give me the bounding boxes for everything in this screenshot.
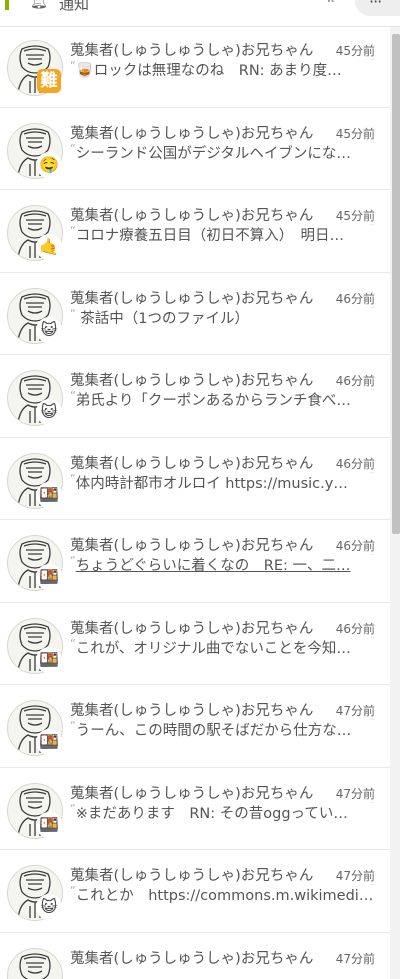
bell-icon: 🔔︎ [30, 0, 48, 10]
user-name[interactable]: 蒐集者(しゅうしゅうしゃ)お兄ちゃん [70, 534, 313, 555]
reaction-icon: 😺 [36, 316, 62, 343]
user-name[interactable]: 蒐集者(しゅうしゅうしゃ)お兄ちゃん [70, 369, 313, 390]
note-preview-text: ちょうどぐらいに着くなの RE: 一、二… [75, 558, 351, 574]
user-name[interactable]: 蒐集者(しゅうしゅうしゃ)お兄ちゃん [70, 452, 313, 473]
quote-close-icon: ” [370, 801, 376, 811]
timestamp[interactable]: 46分前 [336, 537, 375, 554]
avatar[interactable] [7, 947, 63, 979]
timestamp[interactable]: 45分前 [336, 125, 375, 142]
notification-item[interactable]: 😺 蒐集者(しゅうしゅうしゃ)お兄ちゃん 47分前 “これとか https://com… [0, 850, 390, 933]
user-name[interactable]: 蒐集者(しゅうしゅうしゃ)お兄ちゃん [70, 864, 313, 885]
user-name[interactable]: 蒐集者(しゅうしゅうしゃ)お兄ちゃん [70, 782, 313, 803]
quote-close-icon: ” [370, 224, 376, 233]
reaction-icon: 🤙 [36, 234, 62, 260]
quote-close-icon: ” [370, 554, 376, 563]
user-name[interactable]: 蒐集者(しゅうしゅうしゃ)お兄ちゃん [70, 122, 313, 143]
reaction-icon: 🍱 [36, 481, 62, 508]
note-preview[interactable]: “弟氏より「クーポンあるからランチ食べ…” [70, 389, 376, 410]
note-preview-text: コロナ療養五日目（初日不算入） 明日… [75, 228, 344, 244]
timestamp[interactable]: 47分前 [336, 702, 375, 719]
note-preview[interactable]: “コロナ療養五日目（初日不算入） 明日…” [70, 224, 376, 245]
timestamp[interactable]: 47分前 [336, 785, 375, 802]
notification-item[interactable]: 難蒐集者(しゅうしゅうしゃ)お兄ちゃん 45分前 “🥃ロックは無理なのね RN: あ… [0, 25, 390, 108]
quote-close-icon: ” [370, 306, 376, 316]
note-preview-text: ※まだあります RN: その昔oggってい… [75, 805, 348, 822]
note-preview[interactable]: “これとか https://commons.m.wikimedi…” [70, 884, 376, 905]
notification-item[interactable]: 😺 蒐集者(しゅうしゅうしゃ)お兄ちゃん 46分前 “弟氏より「クーポンあるからランチ… [0, 355, 390, 438]
notification-item[interactable]: 🍱 蒐集者(しゅうしゅうしゃ)お兄ちゃん 46分前 “これが、オリジナル曲でないことを… [0, 603, 390, 685]
notification-item[interactable]: 蒐集者(しゅうしゅうしゃ)お兄ちゃん 47分前 [0, 933, 390, 979]
reaction-icon: 🍱 [36, 729, 62, 755]
quote-close-icon: ” [370, 719, 376, 728]
notification-item[interactable]: 🍱 蒐集者(しゅうしゅうしゃ)お兄ちゃん 47分前 “うーん、この時間の駅そばだから仕… [0, 685, 390, 768]
user-name[interactable]: 蒐集者(しゅうしゅうしゃ)お兄ちゃん [70, 947, 313, 968]
notification-item[interactable]: 🤤 蒐集者(しゅうしゅうしゃ)お兄ちゃん 45分前 “シーランド公国がデジタルヘイブン… [0, 108, 390, 190]
notification-item[interactable]: 🤙 蒐集者(しゅうしゅうしゃ)お兄ちゃん 45分前 “コロナ療養五日目（初日不算入） … [0, 190, 390, 273]
reaction-icon: 😺 [36, 894, 62, 920]
avatar-illustration [19, 952, 51, 979]
user-name[interactable]: 蒐集者(しゅうしゅうしゃ)お兄ちゃん [70, 617, 313, 638]
user-name[interactable]: 蒐集者(しゅうしゅうしゃ)お兄ちゃん [70, 287, 313, 308]
user-name[interactable]: 蒐集者(しゅうしゅうしゃ)お兄ちゃん [70, 699, 313, 720]
note-preview-text: これとか https://commons.m.wikimedi… [75, 888, 374, 904]
note-preview[interactable]: “ちょうどぐらいに着くなの RE: 一、二…” [70, 554, 376, 575]
quote-close-icon: ” [370, 471, 376, 481]
timestamp[interactable]: 46分前 [336, 620, 375, 637]
note-preview-text: 🥃ロックは無理なのね RN: あまり度… [75, 63, 342, 79]
note-preview-text: 体内時計都市オルロイ https://music.y… [75, 475, 348, 492]
note-preview[interactable]: “うーん、この時間の駅そばだから仕方な…” [70, 719, 376, 740]
column-title: 通知 [59, 0, 90, 13]
column-header[interactable]: 🔔︎ 通知 ⠿ ··· [0, 0, 400, 27]
quote-close-icon: ” [370, 59, 376, 68]
note-preview[interactable]: “※まだあります RN: その昔oggってい…” [70, 802, 376, 823]
note-preview-text: 弟氏より「クーポンあるからランチ食べ… [75, 393, 351, 409]
drag-handle-icon[interactable]: ⠿ [326, 0, 335, 7]
timestamp[interactable]: 46分前 [336, 372, 375, 389]
note-preview[interactable]: “ 茶話中（1つのファイル）” [70, 307, 376, 328]
timestamp[interactable]: 45分前 [336, 207, 375, 224]
note-preview[interactable]: “これが、オリジナル曲でないことを今知…” [70, 637, 376, 658]
column-accent-bar [5, 0, 9, 10]
note-preview-text: これが、オリジナル曲でないことを今知… [75, 640, 351, 657]
note-preview-text: シーランド公国がデジタルヘイブンにな… [75, 145, 351, 162]
reaction-icon: 🍱 [36, 646, 62, 673]
note-preview[interactable]: “体内時計都市オルロイ https://music.y…” [70, 472, 376, 493]
note-preview-text: うーん、この時間の駅そばだから仕方な… [75, 723, 352, 739]
quote-close-icon: ” [370, 389, 376, 398]
notification-item[interactable]: 🍱 蒐集者(しゅうしゅうしゃ)お兄ちゃん 46分前 “ちょうどぐらいに着くなの RE:… [0, 520, 390, 603]
column-menu-button[interactable]: ··· [355, 0, 400, 16]
notification-item[interactable]: 🍱 蒐集者(しゅうしゅうしゃ)お兄ちゃん 47分前 “※まだあります RN: その昔o… [0, 768, 390, 850]
timestamp[interactable]: 47分前 [336, 950, 375, 967]
notification-list: 難蒐集者(しゅうしゅうしゃ)お兄ちゃん 45分前 “🥃ロックは無理なのね RN: あ… [0, 25, 390, 979]
notification-item[interactable]: 😺 蒐集者(しゅうしゅうしゃ)お兄ちゃん 46分前 “ 茶話中（1つのファイル）” [0, 273, 390, 355]
timestamp[interactable]: 45分前 [336, 42, 375, 59]
notification-item[interactable]: 🍱 蒐集者(しゅうしゅうしゃ)お兄ちゃん 46分前 “体内時計都市オルロイ https… [0, 438, 390, 520]
reaction-icon: 難 [37, 69, 61, 93]
quote-close-icon: ” [370, 636, 376, 646]
timestamp[interactable]: 46分前 [336, 455, 375, 472]
reaction-icon: 🍱 [36, 564, 62, 590]
timestamp[interactable]: 47分前 [336, 867, 375, 884]
user-name[interactable]: 蒐集者(しゅうしゅうしゃ)お兄ちゃん [70, 204, 313, 225]
reaction-icon: 😺 [36, 399, 62, 425]
note-preview-text: 茶話中（1つのファイル） [75, 310, 250, 327]
user-name[interactable]: 蒐集者(しゅうしゅうしゃ)お兄ちゃん [70, 39, 313, 60]
reaction-icon: 🍱 [36, 811, 62, 838]
scrollbar-thumb[interactable] [392, 34, 400, 534]
quote-close-icon: ” [370, 884, 376, 893]
more-icon: ··· [369, 0, 382, 11]
quote-close-icon: ” [370, 141, 376, 151]
timestamp[interactable]: 46分前 [336, 290, 375, 307]
notifications-panel: 🔔︎ 通知 ⠿ ··· 難蒐集者(しゅうしゅうしゃ)お兄ちゃん45分前“🥃ロック… [0, 0, 400, 979]
note-preview[interactable]: “🥃ロックは無理なのね RN: あまり度…” [70, 59, 376, 80]
note-preview[interactable]: “シーランド公国がデジタルヘイブンにな…” [70, 142, 376, 163]
reaction-icon: 🤤 [36, 151, 62, 178]
